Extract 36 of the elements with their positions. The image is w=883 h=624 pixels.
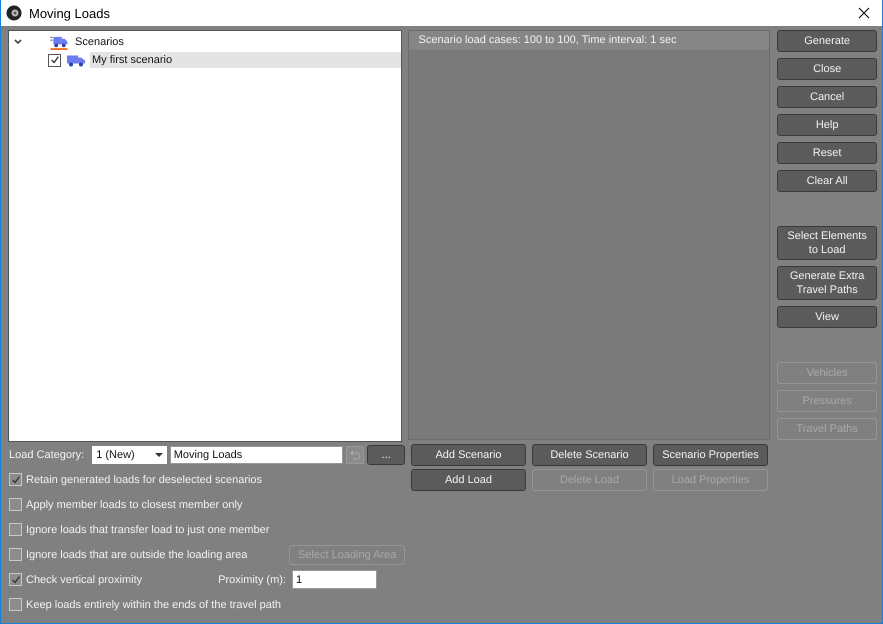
- truck-icon: [49, 34, 69, 50]
- side-button[interactable]: Clear All: [777, 170, 878, 192]
- side-button[interactable]: Generate Extra Travel Paths: [777, 266, 878, 300]
- scenario-button[interactable]: Add Load: [411, 468, 526, 490]
- close-icon[interactable]: [858, 7, 870, 19]
- window-title: Moving Loads: [29, 6, 111, 20]
- field-label: Proximity (m):: [218, 574, 286, 586]
- scenario-button[interactable]: Add Scenario: [411, 444, 526, 466]
- chevron-icon[interactable]: [13, 37, 23, 47]
- checkbox-label: Apply member loads to closest member only: [26, 498, 242, 510]
- side-button[interactable]: Reset: [777, 142, 878, 164]
- checkbox[interactable]: [48, 54, 61, 66]
- category-dropdown[interactable]: 1 (New): [92, 446, 167, 464]
- summary-text: Scenario load cases: 100 to 100, Time interval: 1 sec: [418, 34, 677, 46]
- truck-icon: [66, 52, 86, 68]
- checkbox-label: Retain generated loads for deselected scenarios: [26, 474, 262, 486]
- caret-icon[interactable]: [154, 452, 163, 456]
- proximity-field[interactable]: 1: [292, 570, 377, 589]
- tree-item[interactable]: My first scenario: [90, 52, 401, 68]
- side-button[interactable]: View: [777, 306, 878, 328]
- scenario-button[interactable]: Scenario Properties: [653, 444, 768, 466]
- checkbox-label: Keep loads entirely within the ends of the travel path: [26, 598, 281, 610]
- browse-button[interactable]: ...: [367, 444, 405, 464]
- side-button[interactable]: Select Elements to Load: [777, 226, 878, 260]
- scenario-button[interactable]: Delete Scenario: [532, 444, 647, 466]
- checkbox-label: Ignore loads that transfer load to just one member: [26, 524, 270, 536]
- side-button[interactable]: Close: [777, 58, 878, 80]
- side-button[interactable]: Generate: [777, 30, 878, 52]
- field-label: Load Category:: [9, 448, 84, 460]
- side-button[interactable]: Cancel: [777, 86, 878, 108]
- checkbox-label: Ignore loads that are outside the loading area: [26, 548, 248, 560]
- checkbox-label: Check vertical proximity: [26, 574, 142, 586]
- side-button[interactable]: Help: [777, 114, 878, 136]
- tyre-icon: [6, 5, 22, 21]
- tree-item[interactable]: Scenarios: [73, 34, 126, 50]
- name-field[interactable]: Moving Loads: [170, 446, 344, 464]
